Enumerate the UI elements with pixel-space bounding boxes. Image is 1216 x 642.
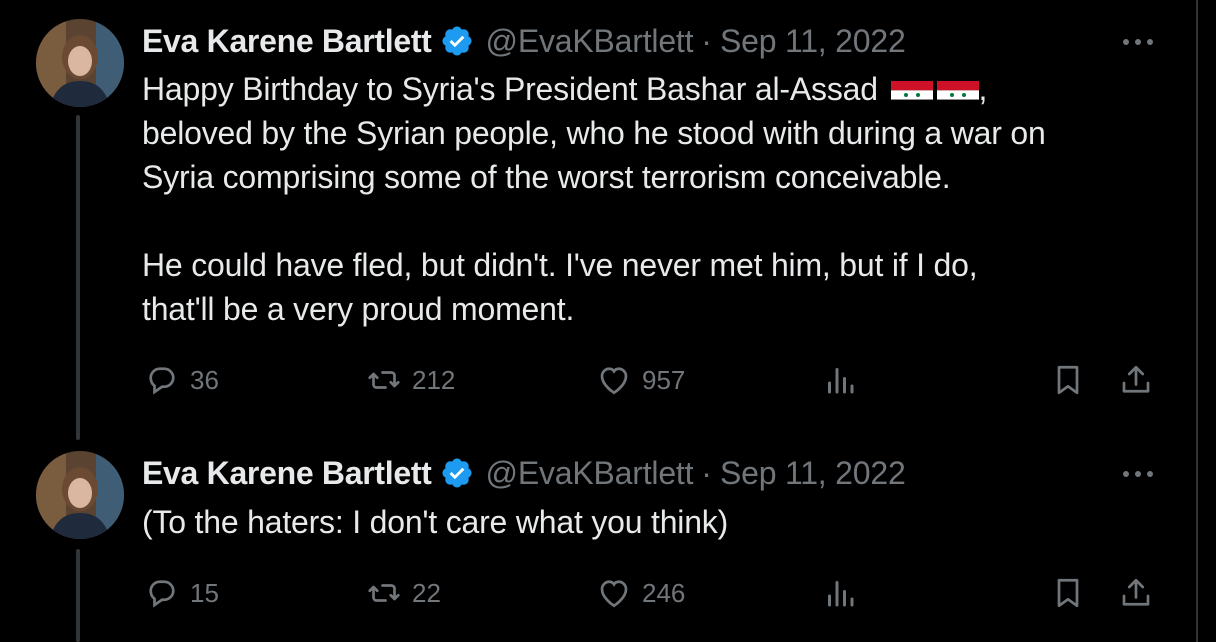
thread-connector (76, 549, 80, 642)
twitter-thread: Eva Karene Bartlett @EvaKBartlett · Sep … (0, 0, 1216, 642)
like-button[interactable]: 246 (596, 573, 685, 613)
reply-count: 15 (190, 577, 219, 608)
separator-dot: · (701, 22, 712, 59)
retweet-icon (368, 584, 400, 602)
tweet-text-line: that'll be a very proud moment. (142, 291, 575, 327)
timestamp[interactable]: Sep 11, 2022 (720, 455, 906, 492)
action-bar: 15 22 246 (142, 573, 1162, 613)
views-button[interactable] (822, 573, 858, 613)
retweet-icon (368, 371, 400, 389)
views-button[interactable] (822, 360, 858, 400)
more-icon[interactable] (1118, 462, 1158, 486)
tweet-text-line: (To the haters: I don't care what you th… (142, 504, 729, 540)
views-icon (828, 368, 854, 394)
bookmark-icon (1057, 365, 1079, 395)
reply-count: 36 (190, 364, 219, 395)
display-name[interactable]: Eva Karene Bartlett (142, 23, 432, 60)
tweet-header: Eva Karene Bartlett @EvaKBartlett · Sep … (142, 451, 906, 495)
reply-icon (149, 580, 175, 608)
retweet-button[interactable]: 22 (366, 573, 441, 613)
separator-dot: · (701, 454, 712, 491)
share-button[interactable] (1118, 360, 1154, 400)
like-icon (600, 367, 628, 395)
verified-badge-icon (442, 26, 472, 56)
like-count: 957 (642, 364, 686, 395)
avatar[interactable] (36, 19, 124, 107)
tweet-text-line: He could have fled, but didn't. I've nev… (142, 247, 978, 283)
like-button[interactable]: 957 (596, 360, 685, 400)
tweet-text-line: beloved by the Syrian people, who he sto… (142, 115, 1046, 151)
reply-button[interactable]: 15 (144, 573, 219, 613)
tweet-text-line: Happy Birthday to Syria's President Bash… (142, 71, 988, 107)
timestamp[interactable]: Sep 11, 2022 (720, 23, 906, 60)
share-button[interactable] (1118, 573, 1154, 613)
handle[interactable]: @EvaKBartlett (486, 455, 694, 492)
bookmark-button[interactable] (1050, 573, 1086, 613)
thread-connector (76, 115, 80, 440)
tweet-header: Eva Karene Bartlett @EvaKBartlett · Sep … (142, 19, 906, 63)
tweet[interactable]: Eva Karene Bartlett @EvaKBartlett · Sep … (0, 440, 1190, 642)
retweet-count: 212 (412, 364, 456, 395)
syria-flag-icon (890, 76, 933, 104)
display-name[interactable]: Eva Karene Bartlett (142, 455, 432, 492)
tweet-text-line: Syria comprising some of the worst terro… (142, 159, 951, 195)
avatar[interactable] (36, 451, 124, 539)
action-bar: 36 212 957 (142, 360, 1162, 400)
syria-flag-icon (936, 76, 979, 104)
share-icon (1122, 365, 1150, 393)
bookmark-button[interactable] (1050, 360, 1086, 400)
share-icon (1122, 578, 1150, 606)
column-divider (1196, 0, 1198, 642)
tweet[interactable]: Eva Karene Bartlett @EvaKBartlett · Sep … (0, 0, 1190, 440)
verified-badge-icon (442, 458, 472, 488)
tweet-text: (To the haters: I don't care what you th… (142, 500, 1162, 544)
retweet-button[interactable]: 212 (366, 360, 455, 400)
reply-icon (149, 367, 175, 395)
handle[interactable]: @EvaKBartlett (486, 23, 694, 60)
more-icon[interactable] (1118, 30, 1158, 54)
bookmark-icon (1057, 578, 1079, 608)
retweet-count: 22 (412, 577, 441, 608)
like-count: 246 (642, 577, 686, 608)
tweet-text: Happy Birthday to Syria's President Bash… (142, 67, 1162, 331)
reply-button[interactable]: 36 (144, 360, 219, 400)
like-icon (600, 580, 628, 608)
views-icon (828, 581, 854, 607)
